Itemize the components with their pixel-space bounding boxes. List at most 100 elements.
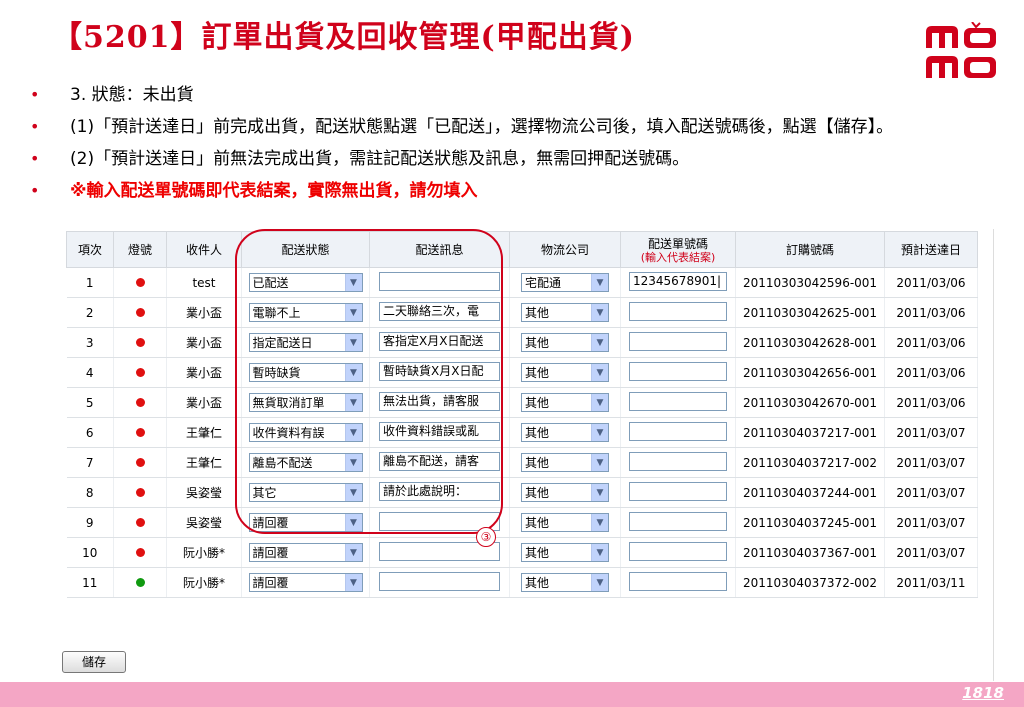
- page-number: 1818: [962, 684, 1004, 702]
- status-select[interactable]: 請回覆 ▼: [248, 573, 363, 592]
- col-order: 訂購號碼: [735, 231, 885, 268]
- cell-light: [113, 327, 167, 358]
- logistics-select[interactable]: 其他 ▼: [521, 333, 609, 352]
- cell-message: 暫時缺貨X月X日配: [369, 357, 510, 388]
- status-select[interactable]: 電聯不上 ▼: [248, 303, 363, 322]
- cell-recipient: 業小盃: [166, 327, 242, 358]
- logistics-select[interactable]: 宅配通 ▼: [521, 273, 609, 292]
- chevron-down-icon: ▼: [591, 514, 608, 531]
- status-light-icon: [135, 547, 145, 557]
- cell-recipient: 阮小勝*: [166, 537, 242, 568]
- status-select[interactable]: 請回覆 ▼: [248, 513, 363, 532]
- message-input[interactable]: 暫時缺貨X月X日配: [379, 361, 500, 381]
- tracking-input[interactable]: [629, 391, 727, 411]
- cell-recipient: 阮小勝*: [166, 567, 242, 598]
- logistics-select[interactable]: 其他 ▼: [521, 393, 609, 412]
- message-input[interactable]: 離島不配送，請客: [379, 451, 500, 471]
- message-input[interactable]: 二天聯絡三次，電: [379, 301, 500, 321]
- status-select[interactable]: 指定配送日 ▼: [248, 333, 363, 352]
- cell-recipient: 業小盃: [166, 387, 242, 418]
- cell-message: [369, 267, 510, 298]
- table-row: 6 王肇仁 收件資料有誤 ▼ 收件資料錯誤或亂 其他 ▼ 20110304037217-001…: [66, 417, 978, 448]
- logistics-select[interactable]: 其他 ▼: [521, 543, 609, 562]
- logistics-select[interactable]: 其他 ▼: [521, 363, 609, 382]
- tracking-input[interactable]: [629, 511, 727, 531]
- status-select[interactable]: 其它 ▼: [248, 483, 363, 502]
- chevron-down-icon: ▼: [591, 424, 608, 441]
- message-input[interactable]: 客指定X月X日配送: [379, 331, 500, 351]
- chevron-down-icon: ▼: [591, 574, 608, 591]
- message-input[interactable]: 請於此處說明：: [379, 481, 500, 501]
- cell-light: [113, 507, 167, 538]
- cell-message: 客指定X月X日配送: [369, 327, 510, 358]
- logistics-select[interactable]: 其他 ▼: [521, 303, 609, 322]
- status-light-icon: [135, 487, 145, 497]
- cell-order: 20110304037372-002: [735, 567, 885, 598]
- bullet-text: 3. 狀態：未出貨: [70, 85, 194, 105]
- tracking-input[interactable]: [629, 481, 727, 501]
- chevron-down-icon: ▼: [591, 544, 608, 561]
- cell-status: 請回覆 ▼: [241, 507, 370, 538]
- cell-order: 20110304037217-001: [735, 417, 885, 448]
- logistics-select[interactable]: 其他 ▼: [521, 483, 609, 502]
- tracking-input[interactable]: [629, 331, 727, 351]
- cell-logistics: 宅配通 ▼: [509, 267, 621, 298]
- tracking-input[interactable]: 12345678901|: [629, 271, 727, 291]
- cell-status: 請回覆 ▼: [241, 567, 370, 598]
- logistics-select[interactable]: 其他 ▼: [521, 423, 609, 442]
- logistics-select[interactable]: 其他 ▼: [521, 513, 609, 532]
- status-select[interactable]: 已配送 ▼: [248, 273, 363, 292]
- cell-status: 電聯不上 ▼: [241, 297, 370, 328]
- chevron-down-icon: ▼: [344, 484, 362, 501]
- save-button[interactable]: 儲存: [62, 651, 126, 673]
- bullet-item-warning: • ※輸入配送單號碼即代表結案，實際無出貨，請勿填入: [30, 179, 1000, 203]
- cell-tracking: [620, 297, 736, 328]
- cell-eta: 2011/03/06: [884, 357, 978, 388]
- message-input[interactable]: [379, 571, 500, 591]
- col-tracking-label: 配送單號碼: [647, 237, 708, 251]
- cell-message: [369, 567, 510, 598]
- status-select[interactable]: 無貨取消訂單 ▼: [248, 393, 363, 412]
- cell-eta: 2011/03/06: [884, 327, 978, 358]
- cell-logistics: 其他 ▼: [509, 447, 621, 478]
- logistics-select[interactable]: 其他 ▼: [521, 453, 609, 472]
- cell-recipient: 王肇仁: [166, 447, 242, 478]
- status-select[interactable]: 暫時缺貨 ▼: [248, 363, 363, 382]
- chevron-down-icon: ▼: [591, 394, 608, 411]
- message-input[interactable]: 收件資料錯誤或亂: [379, 421, 500, 441]
- cell-order: 20110304037367-001: [735, 537, 885, 568]
- status-select[interactable]: 收件資料有誤 ▼: [248, 423, 363, 442]
- bullet-item: • (1)「預計送達日」前完成出貨，配送狀態點選「已配送」，選擇物流公司後，填入…: [30, 115, 1000, 139]
- cell-light: [113, 447, 167, 478]
- cell-logistics: 其他 ▼: [509, 537, 621, 568]
- cell-no: 4: [66, 357, 114, 388]
- table-row: 3 業小盃 指定配送日 ▼ 客指定X月X日配送 其他 ▼ 20110303042628-001…: [66, 327, 978, 358]
- cell-logistics: 其他 ▼: [509, 507, 621, 538]
- status-select[interactable]: 請回覆 ▼: [248, 543, 363, 562]
- tracking-input[interactable]: [629, 361, 727, 381]
- tracking-input[interactable]: [629, 421, 727, 441]
- tracking-input[interactable]: [629, 451, 727, 471]
- cell-tracking: 12345678901|: [620, 267, 736, 298]
- col-tracking-note: (輸入代表結案): [640, 251, 716, 264]
- chevron-down-icon: ▼: [344, 334, 362, 351]
- logistics-select[interactable]: 其他 ▼: [521, 573, 609, 592]
- status-light-icon: [135, 307, 145, 317]
- message-input[interactable]: [379, 271, 500, 291]
- status-select[interactable]: 離島不配送 ▼: [248, 453, 363, 472]
- cell-recipient: 王肇仁: [166, 417, 242, 448]
- chevron-down-icon: ▼: [344, 454, 362, 471]
- tracking-input[interactable]: [629, 301, 727, 321]
- cell-status: 無貨取消訂單 ▼: [241, 387, 370, 418]
- cell-recipient: test: [166, 267, 242, 298]
- cell-eta: 2011/03/07: [884, 447, 978, 478]
- chevron-down-icon: ▼: [591, 334, 608, 351]
- tracking-input[interactable]: [629, 571, 727, 591]
- cell-logistics: 其他 ▼: [509, 387, 621, 418]
- message-input[interactable]: 無法出貨，請客服: [379, 391, 500, 411]
- table-row: 7 王肇仁 離島不配送 ▼ 離島不配送，請客 其他 ▼ 20110304037217-002 2…: [66, 447, 978, 478]
- tracking-input[interactable]: [629, 541, 727, 561]
- table-row: 5 業小盃 無貨取消訂單 ▼ 無法出貨，請客服 其他 ▼ 20110303042670-001…: [66, 387, 978, 418]
- cell-tracking: [620, 537, 736, 568]
- cell-no: 2: [66, 297, 114, 328]
